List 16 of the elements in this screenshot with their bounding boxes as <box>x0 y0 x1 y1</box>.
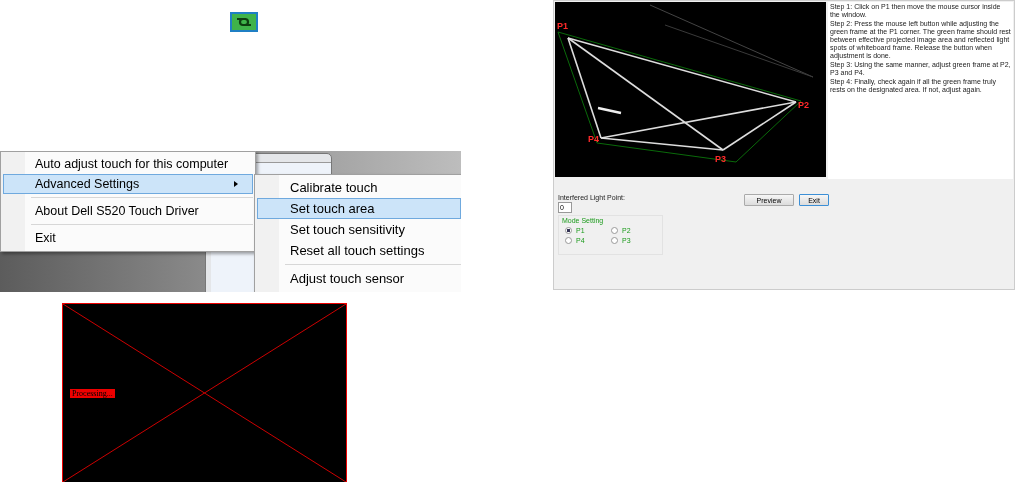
menu-item[interactable]: About Dell S520 Touch Driver <box>3 201 253 221</box>
point-label: P3 <box>715 154 726 164</box>
menu-item[interactable]: Auto adjust touch for this computer <box>3 154 253 174</box>
menu-item[interactable]: Set touch area <box>257 198 461 219</box>
menu-item[interactable]: Adjust touch sensor <box>257 268 461 289</box>
menu-item[interactable]: Set touch sensitivity <box>257 219 461 240</box>
menu-item[interactable]: Advanced Settings <box>3 174 253 194</box>
menu-item[interactable]: Calibrate touch <box>257 177 461 198</box>
point-label: P4 <box>588 134 599 144</box>
processing-label: Processing... <box>70 389 115 398</box>
light-spot <box>597 106 622 115</box>
menu-item[interactable]: Reset all touch settings <box>257 240 461 261</box>
point-label: P2 <box>798 100 809 110</box>
menu-item[interactable]: Exit <box>3 228 253 248</box>
point-label: P1 <box>557 21 568 31</box>
chain-link-icon[interactable] <box>230 12 258 32</box>
